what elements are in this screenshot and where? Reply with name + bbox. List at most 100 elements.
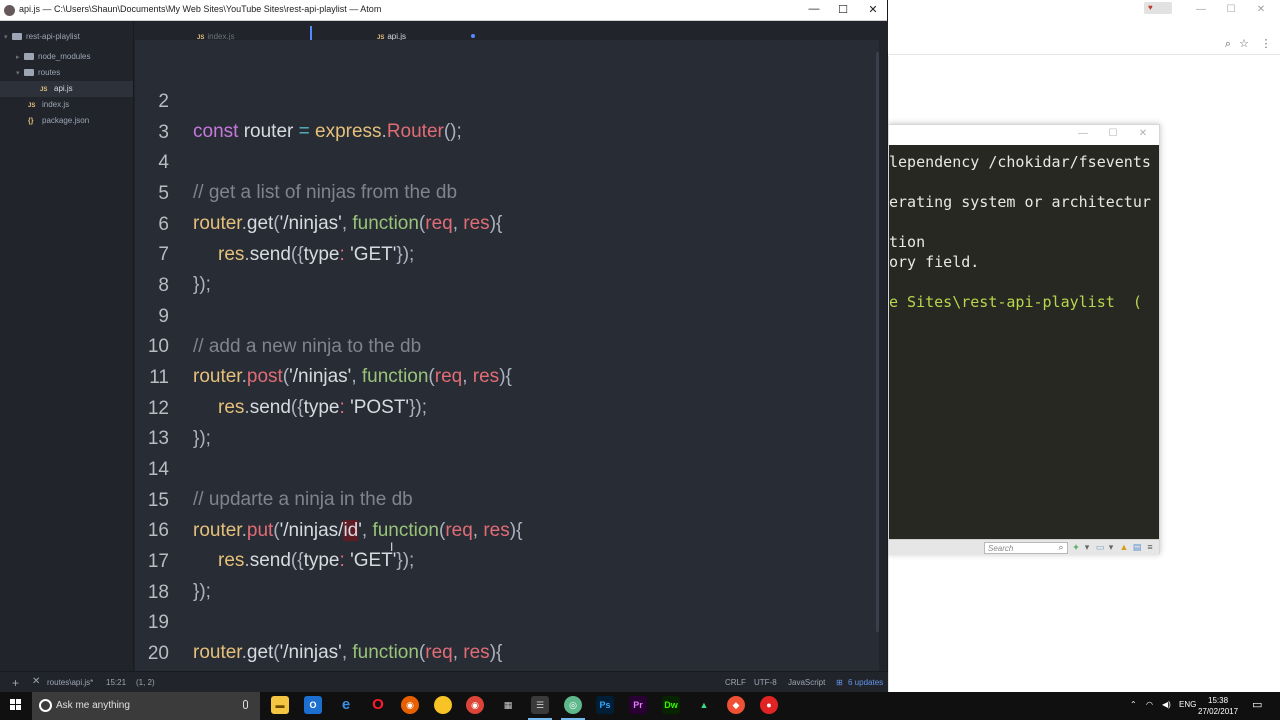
- minimize-button[interactable]: —: [806, 3, 822, 15]
- edge-icon[interactable]: e: [337, 696, 355, 714]
- browser-titlebar: ♥ — ☐ ✕: [888, 0, 1280, 21]
- status-cursor-position[interactable]: 15:21: [106, 678, 126, 687]
- terminal-minimize-icon[interactable]: —: [1076, 128, 1090, 139]
- browser-toolbar: ⌕ ☆ ⋮: [888, 33, 1280, 55]
- new-tab-icon[interactable]: +: [1071, 542, 1081, 552]
- status-updates[interactable]: 6 updates: [848, 678, 883, 687]
- android-studio-icon[interactable]: ▲: [695, 696, 713, 714]
- tree-item-api-js[interactable]: JS api.js: [0, 81, 133, 97]
- tree-item-label: package.json: [42, 116, 90, 125]
- git-icon[interactable]: ◆: [727, 696, 745, 714]
- desktop: ♥ — ☐ ✕ ⌕ ☆ ⋮ — ☐ ✕ lependency /chokidar…: [0, 0, 1280, 720]
- premiere-icon[interactable]: Pr: [629, 696, 647, 714]
- zoom-icon[interactable]: ⌕: [1221, 37, 1235, 51]
- bookmark-star-icon[interactable]: ☆: [1237, 37, 1251, 51]
- editor-scrollbar[interactable]: [876, 52, 879, 632]
- chrome-canary-icon[interactable]: [434, 696, 452, 714]
- lock-icon[interactable]: ▲: [1119, 542, 1129, 552]
- code-line: 7 });: [135, 210, 879, 295]
- chevron-down-icon[interactable]: ▾: [1106, 542, 1116, 552]
- view-icon[interactable]: ▤: [1132, 542, 1142, 552]
- status-selection-count: (1, 2): [136, 678, 155, 687]
- chevron-right-icon: ▸: [16, 54, 20, 61]
- file-explorer-icon[interactable]: ▬: [271, 696, 289, 714]
- maximize-icon[interactable]: ☐: [1224, 3, 1238, 17]
- tree-item-label: index.js: [42, 100, 70, 109]
- terminal-prompt-line: e Sites\rest-api-playlist (: [889, 293, 1142, 311]
- code-line: 18: [135, 548, 879, 603]
- windows-start-icon[interactable]: [10, 699, 22, 711]
- terminal-line: lependency /chokidar/fsevents: [889, 153, 1151, 171]
- volume-icon[interactable]: ◀): [1162, 700, 1171, 709]
- status-file-path[interactable]: routes\api.js*: [47, 678, 93, 687]
- tree-item-index-js[interactable]: JS index.js: [28, 97, 69, 113]
- taskbar: Ask me anything ▬ O e O ◉ ◉ ▦ ☰ ◎ Ps Pr …: [0, 692, 1280, 720]
- window-title: api.js — C:\Users\Shaun\Documents\My Web…: [19, 4, 382, 14]
- atom-app-icon[interactable]: ◎: [564, 696, 582, 714]
- taskbar-search-box[interactable]: Ask me anything: [32, 692, 260, 720]
- terminal-maximize-icon[interactable]: ☐: [1106, 128, 1120, 139]
- terminal-close-icon[interactable]: ✕: [1136, 128, 1150, 139]
- profile-badge-icon[interactable]: ♥: [1144, 2, 1172, 14]
- microphone-icon[interactable]: [243, 700, 248, 709]
- atom-window: api.js — C:\Users\Shaun\Documents\My Web…: [0, 0, 888, 692]
- firefox-icon[interactable]: ◉: [401, 696, 419, 714]
- hamburger-icon[interactable]: ≡: [1145, 542, 1155, 552]
- atom-titlebar: api.js — C:\Users\Shaun\Documents\My Web…: [0, 0, 887, 21]
- notifications-icon[interactable]: ▭: [1252, 698, 1262, 711]
- calculator-icon[interactable]: ▦: [499, 696, 517, 714]
- search-icon[interactable]: ⌕: [1056, 542, 1066, 552]
- status-line-ending[interactable]: CRLF: [725, 678, 746, 687]
- language-indicator[interactable]: ENG: [1179, 700, 1196, 709]
- tree-item-node-modules[interactable]: ▸ node_modules: [16, 49, 90, 65]
- outlook-icon[interactable]: O: [304, 696, 322, 714]
- opera-icon[interactable]: O: [369, 696, 387, 714]
- chevron-down-icon: ▾: [16, 70, 20, 77]
- code-line: 21 });: [135, 640, 879, 670]
- status-grammar[interactable]: JavaScript: [788, 678, 825, 687]
- close-icon[interactable]: ✕: [1254, 3, 1268, 17]
- status-bar: + ✕ routes\api.js* 15:21 (1, 2) CRLF UTF…: [0, 671, 888, 692]
- dreamweaver-icon[interactable]: Dw: [662, 696, 680, 714]
- system-clock[interactable]: 15:38 27/02/2017: [1198, 695, 1238, 717]
- folder-icon: [12, 33, 22, 40]
- terminal-bottom-bar: Search ⌕ + ▾ ▭ ▾ ▲ ▤ ≡: [889, 539, 1159, 555]
- close-icon[interactable]: ✕: [32, 676, 40, 687]
- chrome-icon[interactable]: ◉: [466, 696, 484, 714]
- tray-chevron-up-icon[interactable]: ⌃: [1130, 700, 1137, 709]
- recorder-icon[interactable]: ●: [760, 696, 778, 714]
- close-button[interactable]: ✕: [865, 3, 881, 16]
- js-file-icon: JS: [28, 103, 36, 109]
- terminal-line: ory field.: [889, 253, 980, 271]
- add-icon[interactable]: +: [12, 676, 19, 690]
- js-file-icon: JS: [40, 87, 48, 93]
- tree-item-package-json[interactable]: {} package.json: [28, 113, 89, 129]
- photoshop-icon[interactable]: Ps: [596, 696, 614, 714]
- minimize-icon[interactable]: —: [1194, 3, 1208, 17]
- chevron-down-icon[interactable]: ▾: [1082, 542, 1092, 552]
- clock-time: 15:38: [1208, 696, 1229, 705]
- status-encoding[interactable]: UTF-8: [754, 678, 777, 687]
- split-icon[interactable]: ▭: [1095, 542, 1105, 552]
- tree-item-label: api.js: [54, 84, 73, 93]
- console-icon[interactable]: ☰: [531, 696, 549, 714]
- menu-icon[interactable]: ⋮: [1259, 37, 1273, 51]
- cortana-icon: [39, 699, 52, 712]
- code-line: 15 router.put('/ninjas/id', function(req…: [135, 456, 879, 541]
- network-icon[interactable]: ◠: [1146, 700, 1153, 709]
- tree-item-routes[interactable]: ▾ routes: [16, 65, 60, 81]
- maximize-button[interactable]: ☐: [835, 3, 851, 16]
- terminal-window: — ☐ ✕ lependency /chokidar/fsevents erat…: [888, 124, 1160, 555]
- code-editor[interactable]: 2 const router = express.Router(); 3 4 /…: [135, 40, 879, 671]
- terminal-titlebar: — ☐ ✕: [889, 125, 1159, 145]
- package-updates-icon[interactable]: ⊞: [836, 678, 843, 687]
- json-file-icon: {}: [28, 118, 34, 125]
- text-cursor-icon: I: [390, 540, 394, 554]
- tree-item-project-root[interactable]: ▾ rest-api-playlist: [4, 29, 80, 45]
- code-line: 19 router.get('/ninjas', function(req, r…: [135, 578, 879, 663]
- terminal-output[interactable]: lependency /chokidar/fsevents erating sy…: [889, 145, 1159, 539]
- atom-logo-icon: [4, 5, 15, 16]
- code-line: 20 res.send({type: 'GET'});: [135, 609, 879, 664]
- taskbar-search-placeholder: Ask me anything: [56, 700, 130, 711]
- code-line: 10 router.post('/ninjas', function(req, …: [135, 302, 879, 387]
